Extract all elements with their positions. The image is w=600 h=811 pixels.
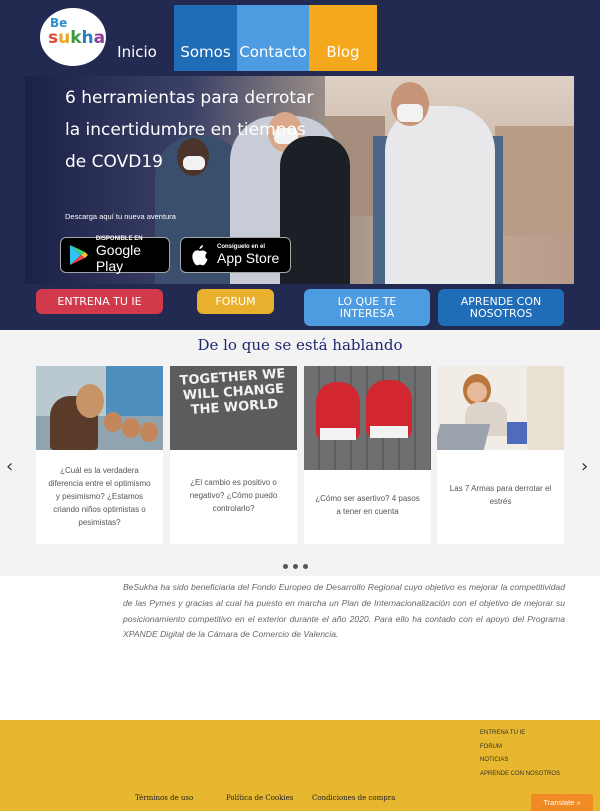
carousel-dot[interactable]	[303, 564, 308, 569]
blog-card[interactable]: Las 7 Armas para derrotar el estrés	[437, 366, 564, 544]
google-play-icon	[67, 242, 92, 268]
cookies-link[interactable]: Política de Cookies	[226, 794, 293, 802]
eggs-image	[36, 366, 163, 450]
blog-card[interactable]: ¿Cómo ser asertivo? 4 pasos a tener en c…	[304, 366, 431, 544]
terminos-link[interactable]: Términos de uso	[135, 794, 193, 802]
nav-inicio[interactable]: Inicio	[108, 5, 166, 71]
aprende-con-nosotros-button[interactable]: APRENDE CON NOSOTROS	[438, 289, 564, 326]
blog-card-caption: ¿Cuál es la verdadera diferencia entre e…	[48, 466, 151, 527]
carousel-prev-arrow[interactable]: ‹	[6, 456, 13, 477]
hero-title: 6 herramientas para derrotar la incertid…	[65, 88, 314, 172]
feder-notice-text: BeSukha ha sido beneficiaria del Fondo E…	[123, 582, 565, 640]
nav-somos[interactable]: Somos	[174, 5, 237, 71]
google-play-label: Google Play	[95, 242, 142, 274]
site-footer: ENTRENA TU IE FORUM NOTICIAS APRENDE CON…	[0, 720, 600, 811]
entrena-tu-ie-button[interactable]: ENTRENA TU IE	[36, 289, 163, 314]
chalkboard-text: TOGETHER WE WILL CHANGE THE WORLD	[179, 366, 286, 419]
blog-card-caption: Las 7 Armas para derrotar el estrés	[449, 484, 552, 506]
boxing-gloves-image	[304, 366, 431, 470]
carousel-next-arrow[interactable]: ›	[581, 456, 588, 477]
blog-card-caption: ¿Cómo ser asertivo? 4 pasos a tener en c…	[315, 494, 420, 516]
carousel-dot[interactable]	[293, 564, 298, 569]
footer-link-noticias[interactable]: NOTICIAS	[480, 754, 560, 768]
stressed-woman-image	[437, 366, 564, 450]
section-title: De lo que se está hablando	[197, 336, 403, 354]
nav-blog[interactable]: Blog	[309, 5, 377, 71]
footer-link-forum[interactable]: FORUM	[480, 741, 560, 755]
apple-icon	[187, 242, 213, 268]
hero-mask	[397, 104, 423, 122]
chalkboard-image: TOGETHER WE WILL CHANGE THE WORLD	[170, 366, 297, 450]
hero-subtitle: Descarga aquí tu nueva aventura	[65, 212, 176, 221]
blog-card[interactable]: TOGETHER WE WILL CHANGE THE WORLD ¿El ca…	[170, 366, 297, 544]
blog-carousel-section: De lo que se está hablando ‹ › ¿Cuál es …	[0, 330, 600, 576]
translate-button[interactable]: Translate »	[531, 794, 593, 811]
nav-contacto[interactable]: Contacto	[237, 5, 309, 71]
app-store-button[interactable]: Consíguelo en el App Store	[180, 237, 291, 273]
blog-card-caption: ¿El cambio es positivo o negativo? ¿Cómo…	[189, 478, 278, 513]
hero-building	[495, 126, 574, 236]
condiciones-link[interactable]: Condiciones de compra	[312, 794, 395, 802]
footer-link-aprende[interactable]: APRENDE CON NOSOTROS	[480, 768, 560, 782]
blog-card[interactable]: ¿Cuál es la verdadera diferencia entre e…	[36, 366, 163, 544]
carousel-pagination[interactable]	[283, 564, 308, 569]
carousel-dot[interactable]	[283, 564, 288, 569]
forum-button[interactable]: FORUM	[197, 289, 274, 314]
site-header: Be sukha Inicio Somos Contacto Blog 6 he…	[0, 0, 600, 330]
hero-person	[385, 106, 495, 284]
footer-links: ENTRENA TU IE FORUM NOTICIAS APRENDE CON…	[480, 727, 560, 781]
footer-link-entrena[interactable]: ENTRENA TU IE	[480, 727, 560, 741]
google-play-button[interactable]: DISPONIBLE EN Google Play	[60, 236, 170, 274]
lo-que-te-interesa-button[interactable]: LO QUE TE INTERESA	[304, 289, 430, 326]
hero-banner: 6 herramientas para derrotar la incertid…	[25, 76, 574, 284]
logo-sukha-text: sukha	[48, 28, 106, 48]
besukha-logo[interactable]: Be sukha	[40, 8, 106, 66]
app-store-label: App Store	[217, 250, 280, 266]
